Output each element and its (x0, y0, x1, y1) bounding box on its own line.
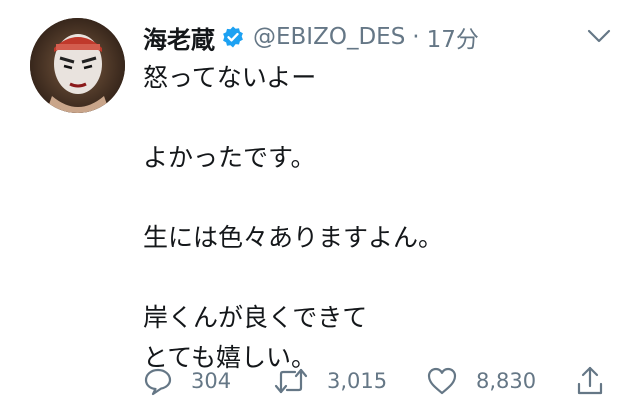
separator-dot: · (412, 24, 420, 50)
avatar[interactable] (30, 18, 125, 113)
handle[interactable]: @EBIZO_DES (253, 24, 405, 50)
share-icon (577, 366, 603, 395)
display-name[interactable]: 海老蔵 (143, 20, 215, 55)
tweet-text: 怒ってないよー よかったです。 生には色々ありますよん。 岸くんが良くできて と… (143, 58, 613, 378)
verified-badge-icon (221, 25, 245, 49)
heart-icon (427, 367, 457, 395)
tweet-line: 怒ってないよー (143, 63, 317, 92)
like-count: 8,830 (476, 369, 537, 393)
tweet-line: 生には色々ありますよん。 (143, 223, 444, 252)
like-button[interactable]: 8,830 (426, 364, 536, 398)
chevron-down-icon[interactable] (586, 26, 612, 46)
tweet-line: よかったです。 (143, 143, 316, 172)
retweet-count: 3,015 (327, 369, 388, 393)
action-bar: 304 3,015 8,830 (143, 364, 613, 398)
reply-icon (144, 368, 172, 396)
reply-button[interactable]: 304 (143, 364, 231, 398)
retweet-button[interactable]: 3,015 (273, 364, 387, 398)
reply-count: 304 (191, 369, 232, 393)
avatar-image (30, 18, 125, 113)
retweet-icon (274, 368, 308, 394)
tweet-header: 海老蔵 @EBIZO_DES · 17分 (143, 20, 479, 54)
share-button[interactable] (575, 364, 605, 398)
tweet-card: 海老蔵 @EBIZO_DES · 17分 怒ってないよー よかったです。 生には… (0, 0, 640, 416)
timestamp[interactable]: 17分 (427, 20, 479, 54)
tweet-line: 岸くんが良くできて (143, 303, 368, 332)
